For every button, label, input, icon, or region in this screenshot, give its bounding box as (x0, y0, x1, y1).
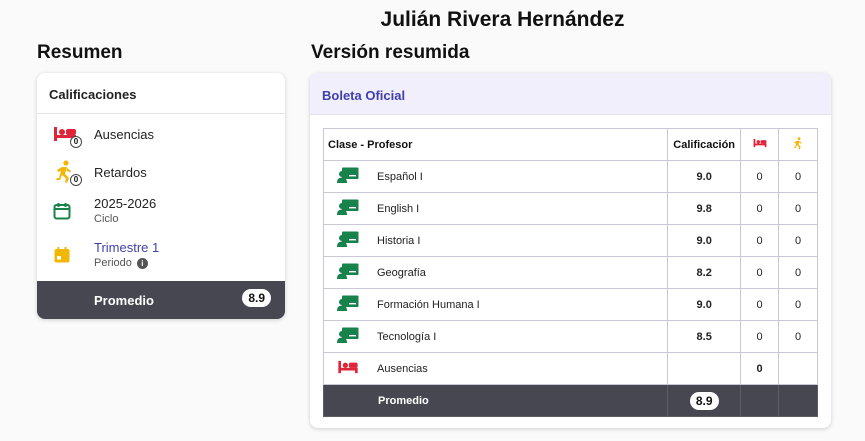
promedio-label: Promedio (94, 292, 154, 308)
calificacion-cell: 9.0 (667, 224, 742, 257)
clase-name: Geografía (377, 266, 426, 279)
report-card-title: Boleta Oficial (310, 73, 831, 115)
ciclo-value: 2025-2026 (94, 196, 157, 211)
calificacion-cell: 9.0 (667, 288, 742, 321)
ausencias-badge: 0 (70, 136, 82, 148)
table-row: Formación Humana I 9.0 0 0 (322, 288, 818, 321)
calendar-icon (53, 198, 83, 224)
ausencias-row: 0 Ausencias (37, 121, 285, 148)
bed-icon (753, 138, 767, 151)
version-title: Versión resumida (311, 42, 470, 63)
bed-icon (337, 360, 359, 377)
student-name: Julián Rivera Hernández (380, 8, 625, 31)
ciclo-row: 2025-2026 Ciclo (37, 196, 285, 225)
retardos-cell: 0 (778, 224, 818, 257)
retardos-badge: 0 (70, 174, 82, 186)
grades-table: Clase - Profesor Calificación Español I 9… (322, 128, 818, 417)
table-row: Español I 9.0 0 0 (322, 160, 818, 193)
ausencias-cell: 0 (740, 320, 780, 353)
info-icon[interactable]: i (136, 257, 148, 269)
retardos-cell: 0 (778, 256, 818, 289)
clase-name: Formación Humana I (377, 298, 480, 311)
ausencias-cell: 0 (740, 224, 780, 257)
calificacion-cell: 8.5 (667, 320, 742, 353)
promedio-total-value: 8.9 (689, 391, 719, 410)
promedio-value: 8.9 (242, 289, 271, 307)
teacher-board-icon (337, 199, 359, 218)
ausencias-total-row: Ausencias 0 (322, 352, 818, 385)
teacher-board-icon (337, 263, 359, 282)
ausencias-total-label: Ausencias (377, 362, 428, 375)
retardos-row: 0 Retardos (37, 159, 285, 186)
table-row: Geografía 8.2 0 0 (322, 256, 818, 289)
bed-icon: 0 (53, 121, 83, 148)
summary-card: Calificaciones 0 Ausencias 0 Retardos 20… (37, 73, 285, 319)
header-calificacion: Calificación (667, 128, 742, 161)
calificacion-cell: 9.8 (667, 192, 742, 225)
clase-name: Historia I (377, 234, 421, 247)
periodo-row: Trimestre 1 Periodo i (37, 240, 285, 269)
retardos-cell: 0 (778, 288, 818, 321)
resumen-title: Resumen (37, 42, 123, 63)
calificacion-cell: 8.2 (667, 256, 742, 289)
header-retardos (778, 128, 818, 161)
teacher-board-icon (337, 327, 359, 346)
retardos-cell: 0 (778, 160, 818, 193)
ausencias-cell: 0 (740, 256, 780, 289)
table-header-row: Clase - Profesor Calificación (322, 128, 818, 161)
teacher-board-icon (337, 295, 359, 314)
header-clase: Clase - Profesor (322, 128, 669, 161)
clase-name: Español I (377, 170, 423, 183)
retardos-cell: 0 (778, 320, 818, 353)
clase-name: English I (377, 202, 420, 215)
promedio-total-row: Promedio 8.9 (322, 384, 818, 417)
report-card: Boleta Oficial Clase - Profesor Califica… (310, 73, 831, 428)
running-person-icon (792, 136, 804, 153)
promedio-footer: Promedio 8.9 (37, 281, 285, 319)
running-person-icon: 0 (53, 159, 83, 186)
summary-card-title: Calificaciones (37, 73, 285, 114)
calendar-icon (53, 242, 83, 268)
table-row: English I 9.8 0 0 (322, 192, 818, 225)
table-row: Tecnología I 8.5 0 0 (322, 320, 818, 353)
promedio-total-label: Promedio (378, 394, 429, 407)
ausencias-cell: 0 (740, 288, 780, 321)
clase-name: Tecnología I (377, 330, 437, 343)
ausencias-total-value: 0 (740, 352, 780, 385)
retardos-label: Retardos (94, 164, 147, 180)
ausencias-cell: 0 (740, 192, 780, 225)
teacher-board-icon (337, 231, 359, 250)
header-ausencias (740, 128, 780, 161)
retardos-cell: 0 (778, 192, 818, 225)
ausencias-cell: 0 (740, 160, 780, 193)
ciclo-label: Ciclo (94, 213, 119, 225)
calificacion-cell: 9.0 (667, 160, 742, 193)
teacher-board-icon (337, 167, 359, 186)
periodo-value[interactable]: Trimestre 1 (94, 240, 159, 255)
table-row: Historia I 9.0 0 0 (322, 224, 818, 257)
ausencias-label: Ausencias (94, 126, 154, 142)
periodo-label: Periodo (94, 257, 132, 269)
